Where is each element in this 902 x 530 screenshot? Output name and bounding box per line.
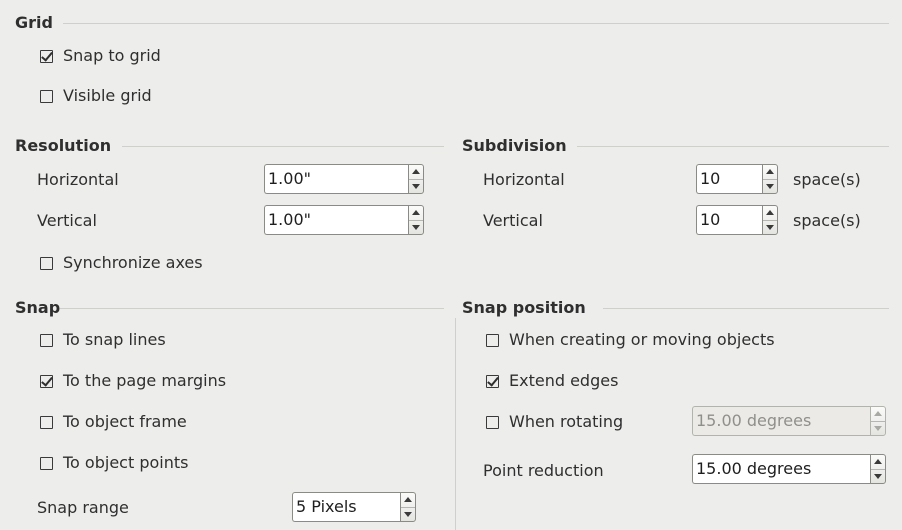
chevron-up-icon — [412, 210, 420, 216]
resolution-horizontal-increment-button[interactable] — [409, 165, 423, 179]
subdivision-horizontal-input[interactable]: 10 — [696, 164, 762, 194]
snap-range-decrement-button[interactable] — [401, 506, 415, 522]
extend-edges-check-indicator[interactable] — [486, 374, 499, 388]
subdivision-divider — [577, 146, 889, 147]
subdivision-horizontal-spinbox[interactable]: 10 — [696, 164, 778, 194]
to-object-points-label: To object points — [63, 453, 189, 472]
chevron-down-icon — [874, 473, 882, 479]
subdivision-section-title: Subdivision — [462, 136, 567, 155]
synchronize-axes-checkbox[interactable]: Synchronize axes — [40, 252, 203, 274]
when-creating-moving-check-indicator[interactable] — [486, 333, 499, 347]
subdivision-vertical-spinbox[interactable]: 10 — [696, 205, 778, 235]
snap-divider — [60, 308, 444, 309]
resolution-horizontal-input[interactable]: 1.00" — [264, 164, 408, 194]
to-page-margins-checkbox[interactable]: To the page margins — [40, 370, 226, 392]
subdivision-horizontal-decrement-button[interactable] — [763, 178, 777, 194]
chevron-up-icon — [412, 169, 420, 175]
chevron-down-icon — [412, 183, 420, 189]
chevron-down-icon — [766, 224, 774, 230]
to-snap-lines-check-indicator[interactable] — [40, 333, 53, 347]
snap-to-grid-label: Snap to grid — [63, 46, 161, 65]
point-reduction-label: Point reduction — [483, 461, 604, 480]
extend-edges-label: Extend edges — [509, 371, 619, 390]
resolution-horizontal-spinbox[interactable]: 1.00" — [264, 164, 424, 194]
to-object-points-check-indicator[interactable] — [40, 456, 53, 470]
grid-section-title: Grid — [15, 13, 53, 32]
point-reduction-increment-button[interactable] — [871, 455, 885, 469]
chevron-down-icon — [412, 224, 420, 230]
subdivision-vertical-increment-button[interactable] — [763, 206, 777, 220]
when-rotating-label: When rotating — [509, 412, 624, 431]
chevron-up-icon — [874, 411, 882, 417]
to-snap-lines-checkbox[interactable]: To snap lines — [40, 329, 166, 351]
synchronize-axes-label: Synchronize axes — [63, 253, 203, 272]
when-creating-moving-label: When creating or moving objects — [509, 330, 775, 349]
grid-divider — [63, 23, 889, 24]
when-rotating-decrement-button — [871, 420, 885, 436]
resolution-horizontal-decrement-button[interactable] — [409, 178, 423, 194]
resolution-section-title: Resolution — [15, 136, 112, 155]
resolution-horizontal-label: Horizontal — [37, 170, 119, 189]
snap-position-divider — [603, 308, 889, 309]
snap-to-grid-checkbox[interactable]: Snap to grid — [40, 45, 161, 67]
when-creating-moving-checkbox[interactable]: When creating or moving objects — [486, 329, 775, 351]
subdivision-horizontal-label: Horizontal — [483, 170, 565, 189]
to-object-frame-check-indicator[interactable] — [40, 415, 53, 429]
resolution-vertical-decrement-button[interactable] — [409, 219, 423, 235]
to-page-margins-label: To the page margins — [63, 371, 227, 390]
chevron-up-icon — [766, 210, 774, 216]
chevron-up-icon — [874, 459, 882, 465]
to-object-frame-label: To object frame — [63, 412, 187, 431]
subdivision-vertical-label: Vertical — [483, 211, 543, 230]
resolution-vertical-input[interactable]: 1.00" — [264, 205, 408, 235]
chevron-up-icon — [404, 497, 412, 503]
when-rotating-input: 15.00 degrees — [692, 406, 870, 436]
snap-range-label: Snap range — [37, 498, 129, 517]
snap-range-increment-button[interactable] — [401, 493, 415, 507]
point-reduction-spinbox[interactable]: 15.00 degrees — [692, 454, 886, 484]
visible-grid-checkbox[interactable]: Visible grid — [40, 85, 152, 107]
resolution-divider — [122, 146, 444, 147]
point-reduction-input[interactable]: 15.00 degrees — [692, 454, 870, 484]
resolution-vertical-spinbox[interactable]: 1.00" — [264, 205, 424, 235]
resolution-vertical-increment-button[interactable] — [409, 206, 423, 220]
to-page-margins-check-indicator[interactable] — [40, 374, 53, 388]
chevron-down-icon — [766, 183, 774, 189]
chevron-up-icon — [766, 169, 774, 175]
when-rotating-check-indicator[interactable] — [486, 415, 499, 429]
synchronize-axes-check-indicator[interactable] — [40, 256, 53, 270]
resolution-vertical-label: Vertical — [37, 211, 97, 230]
snap-range-spinbox[interactable]: 5 Pixels — [292, 492, 416, 522]
snap-section-title: Snap — [15, 298, 61, 317]
snap-to-grid-check-indicator[interactable] — [40, 49, 53, 63]
subdivision-vertical-unit: space(s) — [793, 211, 861, 230]
snap-position-section-title: Snap position — [462, 298, 586, 317]
visible-grid-check-indicator[interactable] — [40, 89, 53, 103]
when-rotating-spinbox: 15.00 degrees — [692, 406, 886, 436]
subdivision-vertical-input[interactable]: 10 — [696, 205, 762, 235]
to-snap-lines-label: To snap lines — [63, 330, 166, 349]
visible-grid-label: Visible grid — [63, 86, 152, 105]
point-reduction-decrement-button[interactable] — [871, 468, 885, 484]
to-object-points-checkbox[interactable]: To object points — [40, 452, 188, 474]
snap-range-input[interactable]: 5 Pixels — [292, 492, 400, 522]
chevron-down-icon — [404, 511, 412, 517]
chevron-down-icon — [874, 425, 882, 431]
subdivision-horizontal-increment-button[interactable] — [763, 165, 777, 179]
subdivision-vertical-decrement-button[interactable] — [763, 219, 777, 235]
extend-edges-checkbox[interactable]: Extend edges — [486, 370, 618, 392]
when-rotating-increment-button — [871, 407, 885, 421]
to-object-frame-checkbox[interactable]: To object frame — [40, 411, 187, 433]
subdivision-horizontal-unit: space(s) — [793, 170, 861, 189]
column-separator — [455, 318, 456, 530]
when-rotating-checkbox[interactable]: When rotating — [486, 411, 623, 433]
